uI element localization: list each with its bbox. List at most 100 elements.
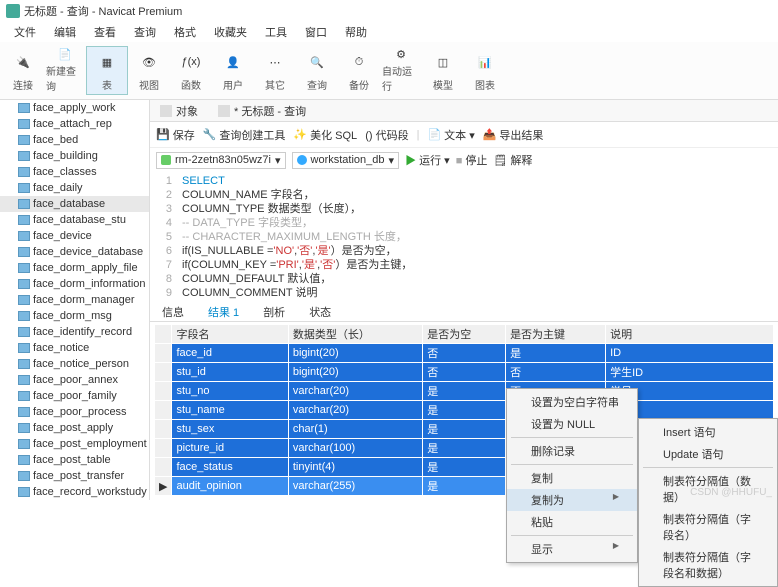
cell[interactable]: 是 bbox=[423, 439, 506, 458]
menu-窗口[interactable]: 窗口 bbox=[297, 22, 335, 42]
tree-face_post_apply[interactable]: face_post_apply bbox=[0, 420, 149, 436]
cell[interactable]: 是 bbox=[423, 382, 506, 401]
toolbar-table[interactable]: ▦表 bbox=[86, 46, 128, 95]
cell[interactable]: stu_name bbox=[172, 401, 288, 420]
tree-face_classes[interactable]: face_classes bbox=[0, 164, 149, 180]
segment-button[interactable]: () 代码段 bbox=[365, 127, 408, 143]
cell[interactable]: 否 bbox=[506, 363, 606, 382]
menu-show[interactable]: 显示 bbox=[507, 538, 637, 560]
tree-face_poor_annex[interactable]: face_poor_annex bbox=[0, 372, 149, 388]
menu-编辑[interactable]: 编辑 bbox=[46, 22, 84, 42]
menu-收藏夹[interactable]: 收藏夹 bbox=[206, 22, 255, 42]
cell[interactable]: 否 bbox=[423, 344, 506, 363]
toolbar-newq[interactable]: 📄新建查询 bbox=[44, 46, 86, 95]
toolbar-other[interactable]: ⋯其它 bbox=[254, 46, 296, 95]
cell[interactable]: varchar(20) bbox=[288, 401, 422, 420]
tree-face_database[interactable]: face_database bbox=[0, 196, 149, 212]
menu-文件[interactable]: 文件 bbox=[6, 22, 44, 42]
tree-face_notice_person[interactable]: face_notice_person bbox=[0, 356, 149, 372]
context-menu[interactable]: 设置为空白字符串 设置为 NULL 删除记录 复制 复制为 粘贴 显示 bbox=[506, 388, 638, 563]
tree-face_post_employment[interactable]: face_post_employment bbox=[0, 436, 149, 452]
tree-face_record_workstudy[interactable]: face_record_workstudy bbox=[0, 484, 149, 500]
cell[interactable]: face_status bbox=[172, 458, 288, 477]
cell[interactable]: varchar(100) bbox=[288, 439, 422, 458]
cell[interactable]: stu_no bbox=[172, 382, 288, 401]
tab-result1[interactable]: 结果 1 bbox=[204, 302, 243, 322]
export-button[interactable]: 📤 导出结果 bbox=[483, 127, 544, 143]
toolbar-plug[interactable]: 🔌连接 bbox=[2, 46, 44, 95]
tree-face_daily[interactable]: face_daily bbox=[0, 180, 149, 196]
object-tree[interactable]: face_apply_workface_attach_repface_bedfa… bbox=[0, 100, 150, 500]
cell[interactable]: 是 bbox=[506, 344, 606, 363]
tab-query[interactable]: * 无标题 - 查询 bbox=[212, 101, 312, 121]
tab-profile[interactable]: 剖析 bbox=[259, 302, 289, 322]
submenu-update[interactable]: Update 语句 bbox=[639, 443, 777, 465]
cell[interactable]: 是 bbox=[423, 420, 506, 439]
text-button[interactable]: 📄 文本 ▾ bbox=[427, 127, 474, 143]
tree-face_database_stu[interactable]: face_database_stu bbox=[0, 212, 149, 228]
tree-face_notice[interactable]: face_notice bbox=[0, 340, 149, 356]
toolbar-fx[interactable]: ƒ(x)函数 bbox=[170, 46, 212, 95]
tree-face_dorm_msg[interactable]: face_dorm_msg bbox=[0, 308, 149, 324]
submenu-insert[interactable]: Insert 语句 bbox=[639, 421, 777, 443]
database-select[interactable]: workstation_db ▾ bbox=[292, 152, 400, 169]
toolbar-user[interactable]: 👤用户 bbox=[212, 46, 254, 95]
menu-copy[interactable]: 复制 bbox=[507, 467, 637, 489]
save-button[interactable]: 💾 保存 bbox=[156, 127, 195, 143]
toolbar-backup[interactable]: ⏱备份 bbox=[338, 46, 380, 95]
cell[interactable]: 是 bbox=[423, 477, 506, 496]
cell[interactable]: varchar(255) bbox=[288, 477, 422, 496]
tree-face_apply_work[interactable]: face_apply_work bbox=[0, 100, 149, 116]
menu-帮助[interactable]: 帮助 bbox=[337, 22, 375, 42]
tree-face_poor_family[interactable]: face_poor_family bbox=[0, 388, 149, 404]
submenu-tab-both[interactable]: 制表符分隔值（字段名和数据） bbox=[639, 546, 777, 584]
cell[interactable]: audit_opinion bbox=[172, 477, 288, 496]
cell[interactable]: stu_id bbox=[172, 363, 288, 382]
explain-button[interactable]: 🗒 解释 bbox=[493, 152, 532, 168]
menu-delete[interactable]: 删除记录 bbox=[507, 440, 637, 462]
menu-格式[interactable]: 格式 bbox=[166, 22, 204, 42]
tree-face_device_database[interactable]: face_device_database bbox=[0, 244, 149, 260]
toolbar-model[interactable]: ◫模型 bbox=[422, 46, 464, 95]
stop-button[interactable]: ■ 停止 bbox=[456, 152, 488, 168]
tree-face_dorm_information[interactable]: face_dorm_information bbox=[0, 276, 149, 292]
toolbar-auto[interactable]: ⚙自动运行 bbox=[380, 46, 422, 95]
cell[interactable]: bigint(20) bbox=[288, 363, 422, 382]
tree-face_attach_rep[interactable]: face_attach_rep bbox=[0, 116, 149, 132]
cell[interactable]: bigint(20) bbox=[288, 344, 422, 363]
cell[interactable]: face_id bbox=[172, 344, 288, 363]
tab-status[interactable]: 状态 bbox=[305, 302, 335, 322]
cell[interactable]: picture_id bbox=[172, 439, 288, 458]
tree-face_device[interactable]: face_device bbox=[0, 228, 149, 244]
toolbar-query[interactable]: 🔍查询 bbox=[296, 46, 338, 95]
tree-face_poor_process[interactable]: face_poor_process bbox=[0, 404, 149, 420]
tree-face_identify_record[interactable]: face_identify_record bbox=[0, 324, 149, 340]
tree-face_dorm_manager[interactable]: face_dorm_manager bbox=[0, 292, 149, 308]
sql-editor[interactable]: 1SELECT2 COLUMN_NAME 字段名，3 COLUMN_TYPE 数… bbox=[150, 172, 778, 302]
cell[interactable]: tinyint(4) bbox=[288, 458, 422, 477]
cell[interactable]: char(1) bbox=[288, 420, 422, 439]
builder-button[interactable]: 🔧 查询创建工具 bbox=[203, 127, 286, 143]
run-button[interactable]: ▶ 运行 ▾ bbox=[405, 152, 450, 168]
menu-查询[interactable]: 查询 bbox=[126, 22, 164, 42]
cell[interactable]: stu_sex bbox=[172, 420, 288, 439]
tree-face_dorm_apply_file[interactable]: face_dorm_apply_file bbox=[0, 260, 149, 276]
tree-face_bed[interactable]: face_bed bbox=[0, 132, 149, 148]
beautify-button[interactable]: ✨ 美化 SQL bbox=[293, 127, 357, 143]
connection-select[interactable]: rm-2zetn83n05wz7i ▾ bbox=[156, 152, 286, 169]
menu-paste[interactable]: 粘贴 bbox=[507, 511, 637, 533]
cell[interactable]: ID bbox=[606, 344, 774, 363]
cell[interactable]: varchar(20) bbox=[288, 382, 422, 401]
tab-info[interactable]: 信息 bbox=[158, 302, 188, 322]
cell[interactable]: 学生ID bbox=[606, 363, 774, 382]
menu-工具[interactable]: 工具 bbox=[257, 22, 295, 42]
menu-set-blank[interactable]: 设置为空白字符串 bbox=[507, 391, 637, 413]
cell[interactable]: 是 bbox=[423, 458, 506, 477]
tree-face_building[interactable]: face_building bbox=[0, 148, 149, 164]
menu-set-null[interactable]: 设置为 NULL bbox=[507, 413, 637, 435]
context-submenu[interactable]: Insert 语句 Update 语句 制表符分隔值（数据） 制表符分隔值（字段… bbox=[638, 418, 778, 587]
submenu-tab-fields[interactable]: 制表符分隔值（字段名） bbox=[639, 508, 777, 546]
toolbar-view[interactable]: 👁视图 bbox=[128, 46, 170, 95]
tree-face_post_table[interactable]: face_post_table bbox=[0, 452, 149, 468]
cell[interactable]: 是 bbox=[423, 401, 506, 420]
